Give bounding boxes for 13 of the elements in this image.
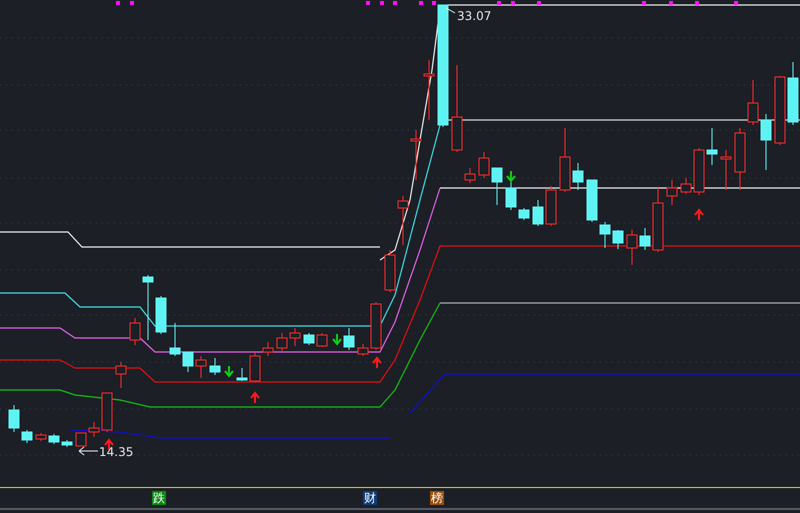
down-arrow-icon [332, 333, 342, 346]
up-arrow-icon [372, 356, 382, 369]
leader-arrow-icon [78, 446, 98, 456]
tag-label[interactable]: 跌 [152, 491, 166, 505]
down-arrow-icon [506, 170, 516, 183]
tag-label[interactable]: 财 [363, 491, 377, 505]
up-arrow-icon [250, 391, 260, 404]
tag-label[interactable]: 榜 [430, 491, 444, 505]
up-arrow-icon [694, 208, 704, 221]
high-price-label: 33.07 [457, 9, 492, 23]
low-price-label: 14.35 [99, 445, 134, 459]
down-arrow-icon [224, 365, 234, 378]
leader-line [446, 8, 456, 14]
